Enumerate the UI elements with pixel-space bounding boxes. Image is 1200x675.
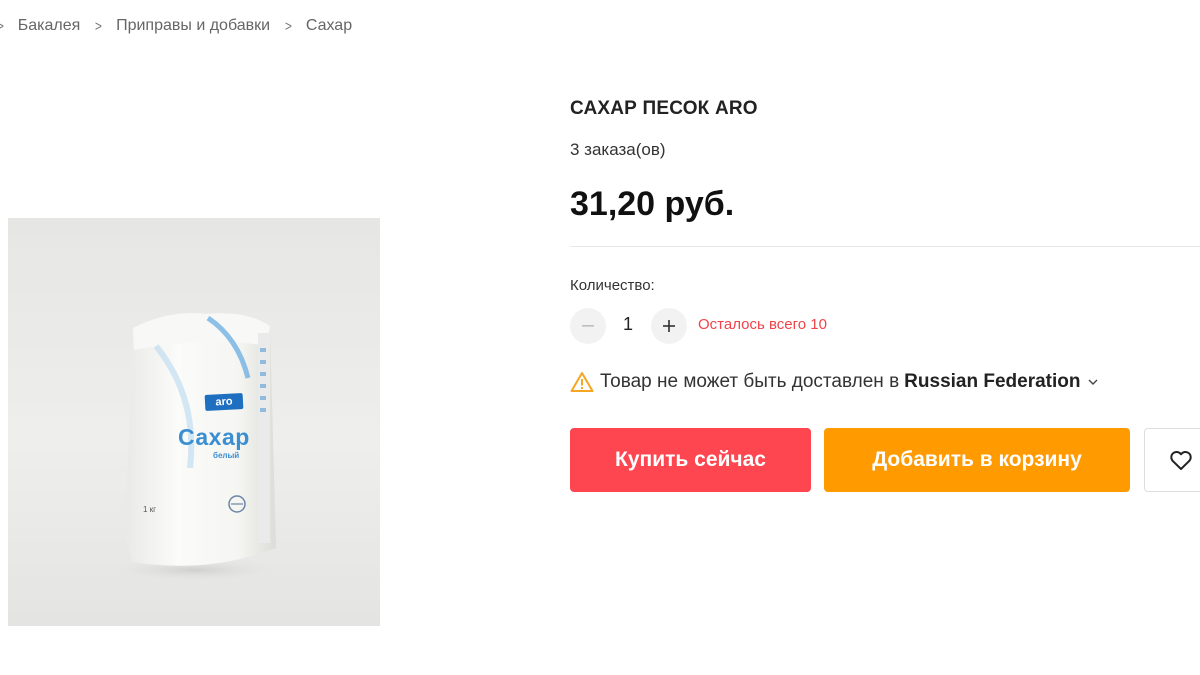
- pack-weight-label: 1 кг: [143, 505, 157, 514]
- pack-name-label: Сахар: [178, 424, 250, 450]
- add-to-cart-button[interactable]: Добавить в корзину: [824, 428, 1130, 492]
- sugar-bag-illustration: [104, 313, 284, 582]
- quantity-label: Количество:: [570, 277, 655, 294]
- breadcrumb-item-spices[interactable]: Приправы и добавки: [116, 17, 270, 35]
- buy-now-button[interactable]: Купить сейчас: [570, 428, 811, 492]
- product-image[interactable]: aro Сахар белый 1 кг: [8, 218, 380, 626]
- chevron-right-icon: >: [0, 18, 4, 35]
- chevron-right-icon: >: [284, 17, 292, 35]
- minus-icon: [582, 325, 594, 327]
- delivery-text: Товар не может быть доставлен в: [600, 371, 900, 392]
- pack-brand-label: aro: [204, 393, 244, 411]
- breadcrumb-item-sugar[interactable]: Сахар: [306, 17, 352, 35]
- heart-icon: [1170, 450, 1192, 470]
- divider: [570, 246, 1200, 247]
- quantity-increase-button[interactable]: [651, 308, 687, 344]
- breadcrumb: > Бакалея > Приправы и добавки > Сахар: [0, 14, 352, 38]
- orders-count: 3 заказа(ов): [570, 140, 666, 159]
- chevron-down-icon[interactable]: [1087, 376, 1099, 388]
- delivery-notice: Товар не может быть доставлен в Russian …: [570, 368, 1099, 396]
- quantity-decrease-button[interactable]: [570, 308, 606, 344]
- breadcrumb-item-grocery[interactable]: Бакалея: [18, 17, 81, 35]
- product-price: 31,20 руб.: [570, 185, 735, 223]
- pack-sub-label: белый: [213, 451, 240, 460]
- stock-remaining: Осталось всего 10: [698, 316, 827, 333]
- quantity-value[interactable]: 1: [616, 314, 640, 335]
- wishlist-button[interactable]: [1144, 428, 1200, 492]
- warning-icon: [570, 372, 594, 392]
- product-title: САХАР ПЕСОК ARO: [570, 98, 758, 119]
- chevron-right-icon: >: [95, 17, 103, 35]
- plus-icon: [663, 320, 675, 332]
- delivery-country-select[interactable]: Russian Federation: [904, 371, 1080, 393]
